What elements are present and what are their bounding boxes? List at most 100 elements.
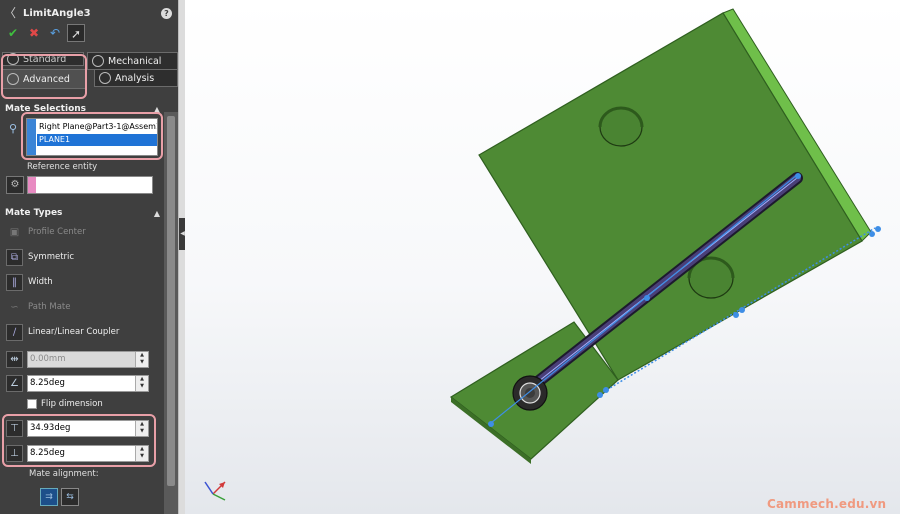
mate-type-width[interactable]: ‖ Width [6,273,53,291]
distance-value: 0.00mm [30,353,66,364]
flip-dimension-label: Flip dimension [41,399,103,409]
distance-spinner[interactable]: ▲ ▼ [135,351,148,367]
mate-selections-title: Mate Selections [5,104,87,114]
max-angle-value: 34.93deg [30,422,71,433]
symmetric-label: Symmetric [28,252,75,262]
handle-dot[interactable] [644,295,650,301]
reference-entity-label: Reference entity [27,162,98,172]
mate-selections-header[interactable]: Mate Selections ▲ [0,102,164,116]
mate-selection-icon: ⚲ [9,122,18,135]
ok-button[interactable]: ✔ [4,24,22,42]
scrollbar-thumb[interactable] [167,116,175,486]
max-angle-row: ⊤ 34.93deg ▲ ▼ [6,418,149,438]
chevron-up-icon[interactable]: ▲ [154,105,160,114]
advanced-mates-icon [7,73,19,85]
mate-types-title: Mate Types [5,208,63,218]
undo-button[interactable]: ↶ [46,24,64,42]
minimum-value-icon: ⊥ [6,444,23,462]
tab-mechanical[interactable]: Mechanical [87,52,178,70]
linear-coupler-label: Linear/Linear Coupler [28,327,120,337]
align-anti-aligned-button[interactable]: ⇆ [61,488,79,506]
profile-center-icon: ▣ [9,226,20,238]
min-angle-row: ⊥ 8.25deg ▲ ▼ [6,443,149,463]
z-axis-icon [204,481,214,495]
handle-dot[interactable] [597,392,603,398]
mate-type-path-mate[interactable]: ∽ Path Mate [6,298,70,316]
align-aligned-button[interactable]: ⇉ [40,488,58,506]
selection-item[interactable]: Right Plane@Part3-1@Assem1 [37,121,157,133]
tab-mechanical-label: Mechanical [108,55,162,67]
help-icon[interactable]: ? [161,7,172,19]
property-manager-scrollbar[interactable] [164,112,178,514]
angle-row: ∠ 8.25deg ▲ ▼ [6,373,149,393]
angle-value: 8.25deg [30,377,65,388]
spin-up-icon[interactable]: ▲ [136,421,148,428]
reference-entity-field[interactable] [27,176,153,194]
mate-type-symmetric[interactable]: ⧉ Symmetric [6,248,74,266]
cancel-button[interactable]: ✖ [25,24,43,42]
path-mate-label: Path Mate [28,302,71,312]
action-buttons: ✔ ✖ ↶ ➚ [4,24,85,42]
tab-analysis[interactable]: Analysis [94,69,178,87]
linear-coupler-icon: ∕ [6,323,23,341]
handle-dot[interactable] [739,307,745,313]
panel-splitter[interactable]: ◀ [178,0,186,514]
selection-item[interactable]: PLANE1 [37,134,157,146]
handle-dot[interactable] [795,173,801,179]
max-angle-spinner[interactable]: ▲ ▼ [135,420,148,436]
spin-down-icon[interactable]: ▼ [136,359,148,366]
angle-input[interactable]: 8.25deg ▲ ▼ [27,374,149,392]
upper-plate-face [478,12,863,381]
distance-row: ⇹ 0.00mm ▲ ▼ [6,349,149,369]
min-angle-input[interactable]: 8.25deg ▲ ▼ [27,444,149,462]
mate-type-profile-center[interactable]: ▣ Profile Center [6,223,86,241]
standard-mates-icon [7,53,19,65]
spin-down-icon[interactable]: ▼ [136,383,148,390]
close-icon: ✖ [28,26,40,40]
spin-up-icon[interactable]: ▲ [136,352,148,359]
mate-alignment-buttons: ⇉ ⇆ [40,488,79,506]
mate-selection-list[interactable]: Right Plane@Part3-1@Assem1 PLANE1 [26,118,158,156]
min-angle-spinner[interactable]: ▲ ▼ [135,445,148,461]
maximum-value-icon: ⊤ [6,419,23,437]
mate-alignment-label: Mate alignment: [29,469,99,479]
pivot-hole [525,388,535,398]
tab-standard[interactable]: Standard [2,52,84,66]
distance-input[interactable]: 0.00mm ▲ ▼ [27,350,149,368]
selection-color-bar [27,119,36,155]
watermark: Cammech.edu.vn [767,497,887,511]
anti-aligned-icon: ⇆ [66,492,74,502]
spin-down-icon[interactable]: ▼ [136,453,148,460]
flip-dimension-option[interactable]: Flip dimension [27,399,103,409]
aligned-icon: ⇉ [45,492,53,502]
min-angle-value: 8.25deg [30,447,65,458]
tab-analysis-label: Analysis [115,72,155,84]
width-icon: ‖ [6,273,23,291]
handle-dot[interactable] [869,231,875,237]
handle-dot[interactable] [603,387,609,393]
y-axis-icon [212,493,226,501]
graphics-viewport[interactable]: Cammech.edu.vn [185,0,900,514]
spin-up-icon[interactable]: ▲ [136,446,148,453]
spin-up-icon[interactable]: ▲ [136,376,148,383]
tab-advanced[interactable]: Advanced [2,69,86,89]
pin-button[interactable]: ➚ [67,24,85,42]
check-icon: ✔ [7,26,19,40]
handle-dot[interactable] [875,226,881,232]
tab-advanced-label: Advanced [23,73,70,85]
handle-dot[interactable] [488,421,494,427]
assembly-model[interactable] [185,0,900,514]
pushpin-icon: ➚ [70,27,82,41]
angle-spinner[interactable]: ▲ ▼ [135,375,148,391]
coordinate-triad [204,481,226,501]
chevron-up-icon[interactable]: ▲ [154,209,160,218]
reference-entity-icon: ⚙ [6,176,24,194]
distance-icon: ⇹ [6,350,23,368]
mechanical-mates-icon [92,55,104,67]
spin-down-icon[interactable]: ▼ [136,428,148,435]
flip-dimension-checkbox[interactable] [27,399,37,409]
mate-types-header[interactable]: Mate Types ▲ [0,206,164,220]
mate-type-linear-coupler[interactable]: ∕ Linear/Linear Coupler [6,323,119,341]
handle-dot[interactable] [733,312,739,318]
max-angle-input[interactable]: 34.93deg ▲ ▼ [27,419,149,437]
